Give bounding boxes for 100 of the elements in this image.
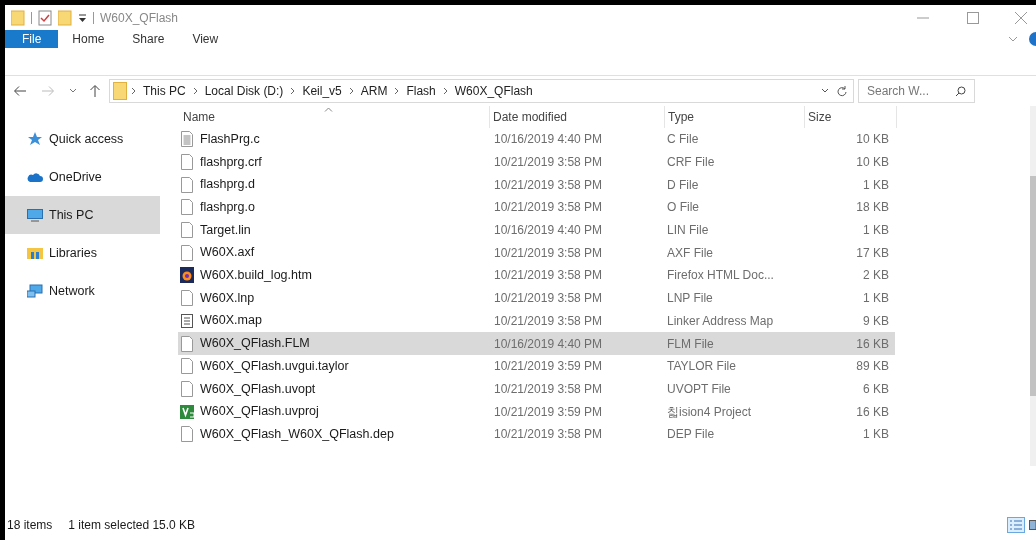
type-cell: FLM File	[667, 336, 714, 351]
file-row[interactable]: W60X_QFlash.FLM 10/16/2019 4:40 PM FLM File 16 KB	[178, 332, 895, 355]
file-name: W60X.axf	[200, 244, 255, 262]
chevron-down-icon[interactable]	[69, 88, 77, 94]
date-cell: 10/21/2019 3:58 PM	[494, 200, 603, 215]
file-row[interactable]: W60X_QFlash.uvopt 10/21/2019 3:58 PM UVOPT File 6 KB	[178, 377, 895, 401]
column-header[interactable]: Date modified	[490, 106, 665, 128]
ribbon-tab[interactable]: File	[5, 30, 59, 48]
file-name: flashprg.d	[200, 176, 255, 194]
file-icon	[180, 426, 194, 443]
file-row[interactable]: flashprg.o 10/21/2019 3:58 PM O File 18 KB	[178, 196, 895, 219]
chevron-right-icon	[131, 87, 136, 95]
libraries-icon	[27, 245, 43, 261]
date-cell: 10/21/2019 3:58 PM	[494, 291, 603, 306]
breadcrumb-item[interactable]: This PC	[143, 82, 186, 100]
sidebar-label: This PC	[49, 206, 94, 224]
up-arrow-icon[interactable]	[89, 84, 101, 98]
type-cell: CRF File	[667, 155, 715, 170]
size-cell-text: 1 KB	[863, 176, 889, 194]
file-row[interactable]: flashprg.crf 10/21/2019 3:58 PM CRF File 10 KB	[178, 150, 895, 174]
new-folder-icon[interactable]	[58, 9, 72, 26]
file-row[interactable]: flashprg.d 10/21/2019 3:58 PM D File 1 KB	[178, 173, 895, 197]
file-name: flashprg.crf	[200, 153, 262, 171]
size-cell-text: 2 KB	[863, 267, 889, 285]
refresh-icon[interactable]	[837, 85, 847, 97]
file-icon	[180, 199, 194, 216]
file-row[interactable]: W60X_QFlash_W60X_QFlash.dep 10/21/2019 3:58 PM DEP File 1 KB	[178, 422, 895, 446]
pc-icon	[27, 207, 43, 223]
date-cell: 10/21/2019 3:58 PM	[494, 177, 603, 192]
file-name: flashprg.o	[200, 199, 255, 217]
sidebar-item[interactable]: Libraries	[5, 234, 160, 272]
sidebar-item[interactable]: This PC	[5, 196, 160, 234]
close-icon[interactable]	[1014, 10, 1028, 25]
ribbon-tab[interactable]: View	[178, 30, 233, 48]
date-cell: 10/21/2019 3:59 PM	[494, 404, 603, 419]
breadcrumb-item[interactable]: W60X_QFlash	[454, 82, 533, 100]
file-row[interactable]: W60X_QFlash.uvgui.taylor 10/21/2019 3:59 PM TAYLOR File 89 KB	[178, 354, 895, 378]
help-icon[interactable]	[1028, 31, 1036, 47]
dropdown-icon[interactable]	[78, 12, 87, 23]
type-cell: O File	[667, 200, 699, 215]
chevron-right-icon	[192, 87, 198, 95]
file-row[interactable]: Target.lin 10/16/2019 4:40 PM LIN File 1 KB	[178, 218, 895, 242]
folder-icon	[113, 82, 127, 100]
folder-icon[interactable]	[11, 9, 25, 26]
file-icon	[180, 222, 194, 239]
chevron-down-icon[interactable]	[821, 88, 829, 94]
date-cell: 10/21/2019 3:58 PM	[494, 313, 603, 328]
file-row[interactable]: W60X_QFlash.uvproj 10/21/2019 3:59 PM 칣ision4 Project 16 KB	[178, 400, 895, 423]
breadcrumb-item[interactable]: Local Disk (D:)	[204, 82, 284, 100]
sidebar-item[interactable]: Network	[5, 272, 160, 310]
column-header[interactable]: Type	[665, 106, 805, 128]
search-field[interactable]: Search W...	[858, 79, 975, 103]
date-cell: 10/21/2019 3:58 PM	[494, 268, 603, 283]
size-cell-text: 1 KB	[863, 426, 889, 444]
sort-caret-icon[interactable]	[324, 107, 333, 112]
sidebar-label: Libraries	[49, 244, 97, 262]
file-row[interactable]: W60X.lnp 10/21/2019 3:58 PM LNP File 1 KB	[178, 286, 895, 310]
address-bar[interactable]: This PC Local Disk (D:) Keil_v5 ARM Flash W60X_QFlash	[109, 79, 854, 103]
file-row[interactable]: W60X.axf 10/21/2019 3:58 PM AXF File 17 KB	[178, 241, 895, 265]
window-title: W60X_QFlash	[100, 9, 179, 27]
file-name: W60X.build_log.htm	[200, 267, 312, 285]
file-name: W60X_QFlash.uvgui.taylor	[200, 357, 349, 375]
type-cell: AXF File	[667, 245, 713, 260]
project-icon	[180, 403, 194, 420]
column-header[interactable]: Size	[805, 106, 897, 128]
back-arrow-icon[interactable]	[13, 85, 27, 97]
column-header[interactable]: Name	[180, 106, 490, 128]
breadcrumb-item[interactable]: Flash	[406, 82, 436, 100]
maximize-icon[interactable]	[966, 10, 980, 25]
file-name: FlashPrg.c	[200, 130, 260, 148]
file-row[interactable]: FlashPrg.c 10/16/2019 4:40 PM C File 10 KB	[178, 128, 895, 151]
ribbon-tab[interactable]: Share	[118, 30, 179, 48]
browser-icon	[180, 267, 194, 284]
date-cell: 10/21/2019 3:58 PM	[494, 245, 603, 260]
large-icons-view-icon[interactable]	[1029, 517, 1036, 533]
ribbon-tab[interactable]: Home	[58, 30, 119, 48]
breadcrumb-item[interactable]: Keil_v5	[302, 82, 342, 100]
file-row[interactable]: W60X.map 10/21/2019 3:58 PM Linker Address Map 9 KB	[178, 309, 895, 333]
type-cell: LIN File	[667, 223, 709, 238]
size-cell-text: 10 KB	[856, 154, 889, 172]
size-cell-text: 18 KB	[856, 199, 889, 217]
sidebar-item[interactable]: Quick access	[5, 120, 160, 158]
file-name: W60X.map	[200, 312, 262, 330]
type-cell: UVOPT File	[667, 381, 731, 396]
size-cell-text: 16 KB	[856, 335, 889, 353]
scrollbar[interactable]	[1030, 106, 1036, 466]
size-cell-text: 1 KB	[863, 290, 889, 308]
type-cell: LNP File	[667, 291, 713, 306]
file-icon	[180, 290, 194, 307]
file-row[interactable]: W60X.build_log.htm 10/21/2019 3:58 PM Firefox HTML Doc... 2 KB	[178, 264, 895, 287]
size-cell-text: 1 KB	[863, 222, 889, 240]
size-cell-text: 6 KB	[863, 380, 889, 398]
size-cell-text: 89 KB	[856, 358, 889, 376]
search-placeholder: Search W...	[867, 83, 931, 100]
breadcrumb-item[interactable]: ARM	[360, 82, 388, 100]
properties-icon[interactable]	[38, 9, 52, 26]
file-icon	[180, 176, 194, 193]
size-cell-text: 10 KB	[856, 131, 889, 149]
sidebar-item[interactable]: OneDrive	[5, 158, 160, 196]
type-cell: TAYLOR File	[667, 359, 736, 374]
